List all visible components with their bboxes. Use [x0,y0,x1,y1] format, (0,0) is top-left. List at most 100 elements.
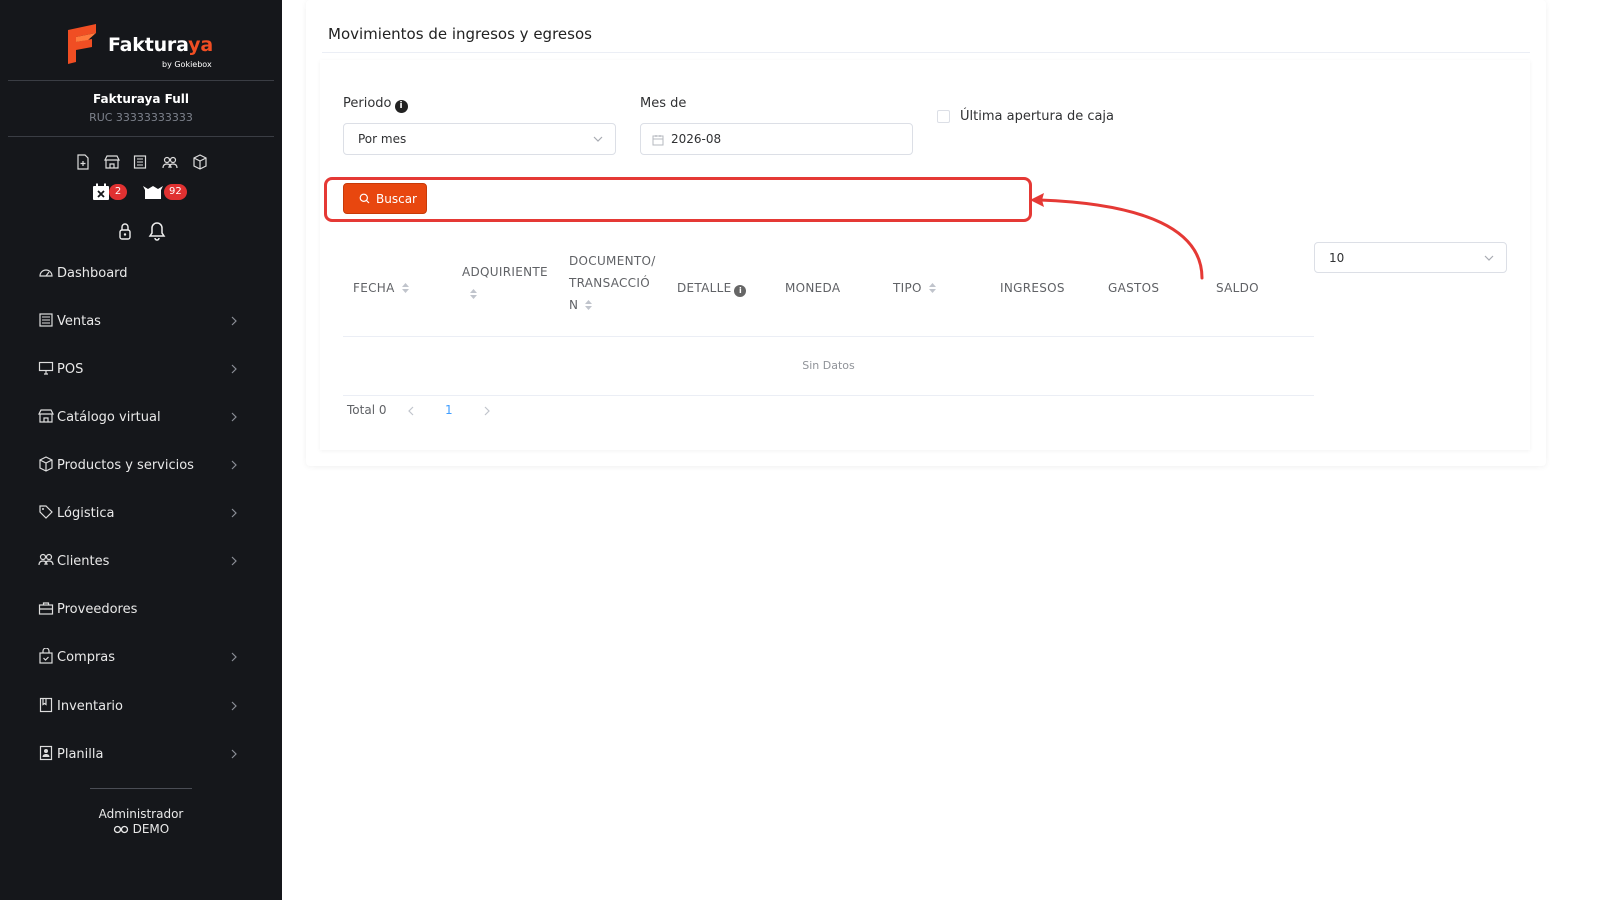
search-icon [359,193,370,204]
sidebar-item-label: Lógistica [57,506,115,521]
sidebar-divider [90,788,192,789]
chevron-right-icon [231,749,237,759]
col-adquiriente[interactable]: ADQUIRIENTE [462,261,548,305]
sidebar-item-dashboard[interactable]: Dashboard [0,256,282,292]
ventas-icon [39,313,53,327]
sidebar-item-catálogo-virtual[interactable]: Catálogo virtual [0,400,282,436]
user-name-row: DEMO [0,822,282,837]
monitor-icon [38,361,54,375]
sidebar-item-productos-y-servicios[interactable]: Productos y servicios [0,448,282,484]
box-badge[interactable]: 92 [142,182,190,204]
annotation-highlight-box [324,177,1032,222]
shopping-bag-icon [39,648,53,664]
brand-byline: by Gokiebox [162,60,212,69]
sidebar-divider [8,136,274,137]
company-name: Fakturaya Full [93,92,189,106]
box-icon [39,456,53,472]
chevron-right-icon [231,701,237,711]
users-icon [38,553,54,566]
inventory-icon [39,697,53,713]
ultima-apertura-label[interactable]: Última apertura de caja [960,109,1114,124]
open-box-icon [143,186,163,199]
info-icon[interactable]: i [394,100,408,113]
periodo-label: Periodo i [343,96,408,113]
tag-icon [39,505,53,519]
sidebar-item-pos[interactable]: POS [0,352,282,388]
pagination-next-icon[interactable] [482,405,492,417]
sidebar-item-ventas[interactable]: Ventas [0,304,282,340]
box-icon[interactable] [192,154,208,170]
sidebar-item-compras[interactable]: Compras [0,640,282,676]
logo-mark-icon [68,24,96,64]
chevron-down-icon [1484,255,1494,261]
box-count: 92 [164,184,187,200]
briefcase-icon [38,602,54,615]
chevron-right-icon [231,460,237,470]
calendar-badge[interactable]: 2 [92,182,128,204]
sort-icon[interactable] [584,299,593,311]
col-documento[interactable]: DOCUMENTO/ TRANSACCIÓ N [569,250,656,316]
user-role: Administrador [98,807,184,821]
user-info[interactable]: Administrador DEMO [0,807,282,837]
sidebar-item-label: Clientes [57,554,110,569]
sidebar-item-label: Proveedores [57,602,138,617]
sort-icon[interactable] [469,288,478,300]
sidebar-divider [8,80,274,81]
store-icon [38,409,54,423]
title-divider [322,52,1530,53]
sidebar-item-proveedores[interactable]: Proveedores [0,592,282,628]
sidebar-item-label: POS [57,362,84,377]
sort-icon[interactable] [928,282,937,294]
sort-icon[interactable] [401,282,410,294]
sidebar-item-lógistica[interactable]: Lógistica [0,496,282,532]
sidebar-item-label: Productos y servicios [57,458,194,473]
info-icon[interactable]: i [734,285,747,297]
sidebar: Fakturaya by Gokiebox Fakturaya Full RUC… [0,0,282,900]
sidebar-item-label: Catálogo virtual [57,410,161,425]
users-icon[interactable] [162,154,178,170]
col-detalle: DETALLE i [677,277,747,299]
glasses-icon [113,825,128,834]
col-ingresos: INGRESOS [1000,281,1065,295]
pagination-total: Total 0 [347,403,387,417]
chevron-right-icon [231,316,237,326]
sidebar-item-label: Compras [57,650,116,665]
col-tipo[interactable]: TIPO [893,277,937,299]
page-size-value: 10 [1329,251,1345,265]
ultima-apertura-checkbox[interactable] [937,110,950,123]
sidebar-item-clientes[interactable]: Clientes [0,544,282,580]
payroll-icon [39,745,53,761]
col-moneda: MONEDA [785,281,841,295]
store-icon[interactable] [104,154,120,170]
sidebar-item-inventario[interactable]: Inventario [0,689,282,725]
pagination-prev-icon[interactable] [406,405,416,417]
mes-label: Mes de [640,96,687,111]
receipt-icon[interactable] [133,154,147,170]
chevron-right-icon [231,412,237,422]
table-header-divider [343,336,1314,337]
sidebar-item-label: Inventario [57,699,123,714]
chevron-right-icon [231,652,237,662]
calendar-x-icon [93,183,109,200]
mes-date-input[interactable]: 2026-08 [640,123,913,155]
search-button[interactable]: Buscar [343,183,427,214]
document-add-icon[interactable] [76,154,90,170]
quick-actions [72,154,212,172]
sidebar-item-planilla[interactable]: Planilla [0,737,282,773]
pagination-page[interactable]: 1 [445,403,453,417]
page-size-select[interactable]: 10 [1314,242,1507,273]
notification-badges: 2 92 [0,182,282,204]
bell-icon[interactable] [148,221,166,241]
col-saldo: SALDO [1216,281,1259,295]
calendar-count: 2 [109,184,127,200]
chevron-right-icon [231,364,237,374]
user-name: DEMO [132,822,170,836]
col-fecha[interactable]: FECHA [353,277,410,299]
mes-value: 2026-08 [671,132,722,146]
periodo-select[interactable]: Por mes [343,123,616,155]
annotation-arrow [1030,193,1204,280]
dashboard-icon [39,269,53,277]
lock-icon[interactable] [118,221,132,241]
sidebar-item-label: Dashboard [57,266,128,281]
brand-logo[interactable]: Fakturaya by Gokiebox [66,24,226,70]
